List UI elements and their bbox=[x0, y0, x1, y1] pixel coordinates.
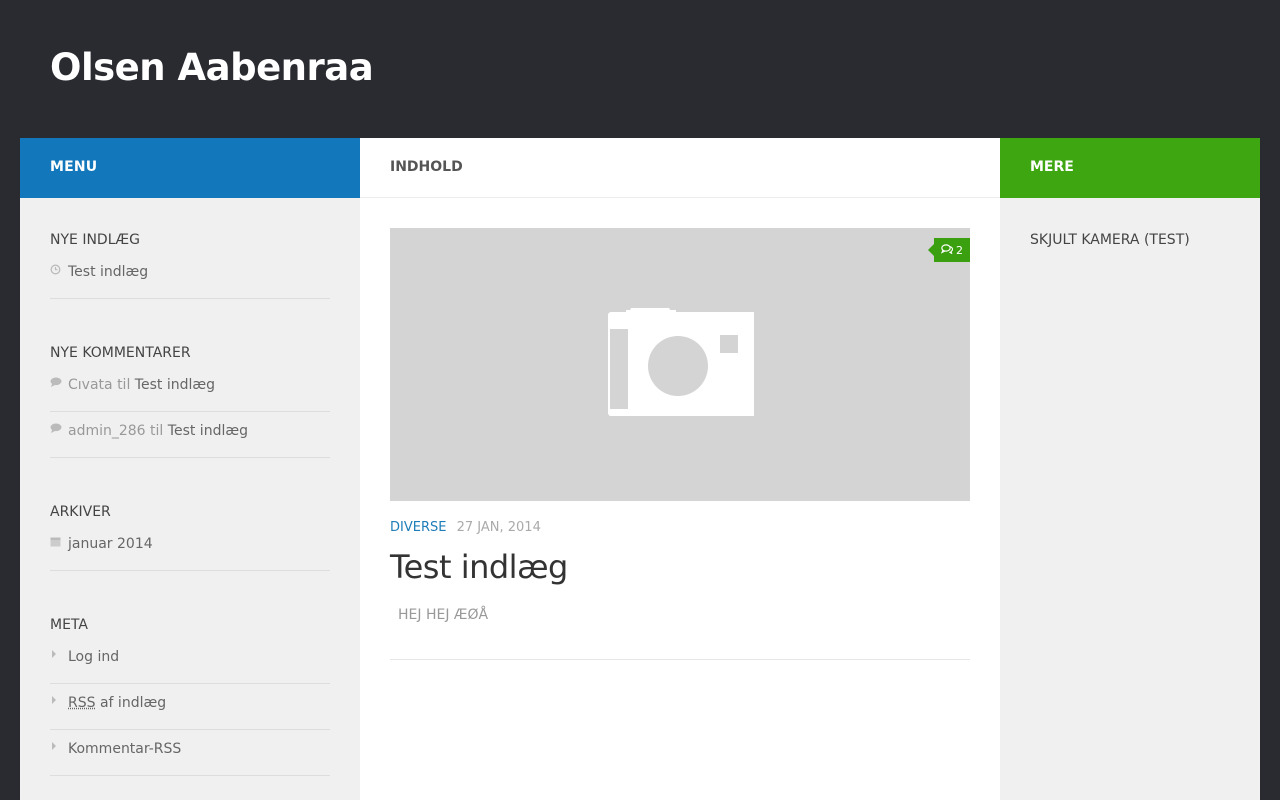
caret-right-icon bbox=[50, 649, 68, 662]
calendar-icon bbox=[50, 536, 68, 550]
comment-icon bbox=[50, 423, 68, 436]
post-meta: DIVERSE 27 JAN, 2014 bbox=[390, 520, 541, 535]
widget-title: META bbox=[50, 617, 88, 633]
widget-recent-posts: NYE INDLÆG Test indlæg bbox=[20, 198, 360, 299]
post-thumbnail[interactable]: 2 bbox=[390, 228, 970, 501]
widget-title: SKJULT KAMERA (TEST) bbox=[1030, 232, 1190, 248]
list-item: Test indlæg bbox=[50, 264, 330, 299]
content-bar: INDHOLD bbox=[360, 138, 1000, 198]
login-link[interactable]: Log ind bbox=[68, 649, 119, 665]
widget-archives: ARKIVER januar 2014 bbox=[20, 504, 360, 571]
divider bbox=[390, 659, 970, 660]
sidebar-right: MERE SKJULT KAMERA (TEST) bbox=[1000, 138, 1260, 800]
comment-joiner: til bbox=[150, 423, 164, 439]
main-content: INDHOLD 2 DIVERSE 27 JAN, 2014 Test indl… bbox=[360, 138, 1000, 800]
post-title[interactable]: Test indlæg bbox=[390, 548, 568, 586]
widget-meta: META Log ind RSS af indlæg Kommentar-RSS bbox=[20, 617, 360, 776]
rss-comments-link[interactable]: Kommentar-RSS bbox=[68, 741, 181, 757]
caret-right-icon bbox=[50, 741, 68, 754]
list-item: Kommentar-RSS bbox=[50, 730, 330, 776]
comment-author: Cıvata bbox=[68, 377, 113, 393]
comment-joiner: til bbox=[117, 377, 131, 393]
comment-post-link[interactable]: Test indlæg bbox=[135, 377, 215, 393]
widget-title: NYE INDLÆG bbox=[50, 232, 140, 248]
comment-post-link[interactable]: Test indlæg bbox=[168, 423, 248, 439]
list-item: Cıvata til Test indlæg bbox=[50, 377, 330, 412]
recent-post-link[interactable]: Test indlæg bbox=[68, 264, 148, 280]
post-category-link[interactable]: DIVERSE bbox=[390, 520, 446, 535]
caret-right-icon bbox=[50, 695, 68, 708]
list-item: RSS af indlæg bbox=[50, 684, 330, 730]
comment-author: admin_286 bbox=[68, 423, 146, 439]
rss-abbr: RSS bbox=[68, 695, 96, 711]
widget-title: ARKIVER bbox=[50, 504, 111, 520]
archive-link[interactable]: januar 2014 bbox=[68, 536, 153, 552]
list-item: admin_286 til Test indlæg bbox=[50, 412, 330, 458]
widget-title: NYE KOMMENTARER bbox=[50, 345, 191, 361]
widget-hidden-camera: SKJULT KAMERA (TEST) bbox=[1000, 198, 1260, 248]
widget-recent-comments: NYE KOMMENTARER Cıvata til Test indlæg a… bbox=[20, 345, 360, 458]
sidebar-left: MENU NYE INDLÆG Test indlæg NYE KOMMENTA… bbox=[20, 138, 360, 800]
rss-posts-rest: af indlæg bbox=[99, 695, 167, 711]
rss-posts-link[interactable]: RSS af indlæg bbox=[68, 695, 166, 711]
clock-icon bbox=[50, 264, 68, 278]
comments-icon bbox=[940, 243, 954, 257]
post-date: 27 JAN, 2014 bbox=[456, 520, 541, 535]
content-wrapper: MENU NYE INDLÆG Test indlæg NYE KOMMENTA… bbox=[20, 138, 1260, 800]
more-bar[interactable]: MERE bbox=[1000, 138, 1260, 198]
comment-count: 2 bbox=[956, 243, 963, 257]
comment-count-badge[interactable]: 2 bbox=[928, 238, 970, 262]
comment-icon bbox=[50, 377, 68, 390]
list-item: Log ind bbox=[50, 649, 330, 684]
list-item: januar 2014 bbox=[50, 536, 330, 571]
post-excerpt: HEJ HEJ ÆØÅ bbox=[398, 607, 489, 623]
camera-placeholder-icon bbox=[606, 306, 756, 420]
menu-bar[interactable]: MENU bbox=[20, 138, 360, 198]
site-title[interactable]: Olsen Aabenraa bbox=[50, 44, 374, 92]
